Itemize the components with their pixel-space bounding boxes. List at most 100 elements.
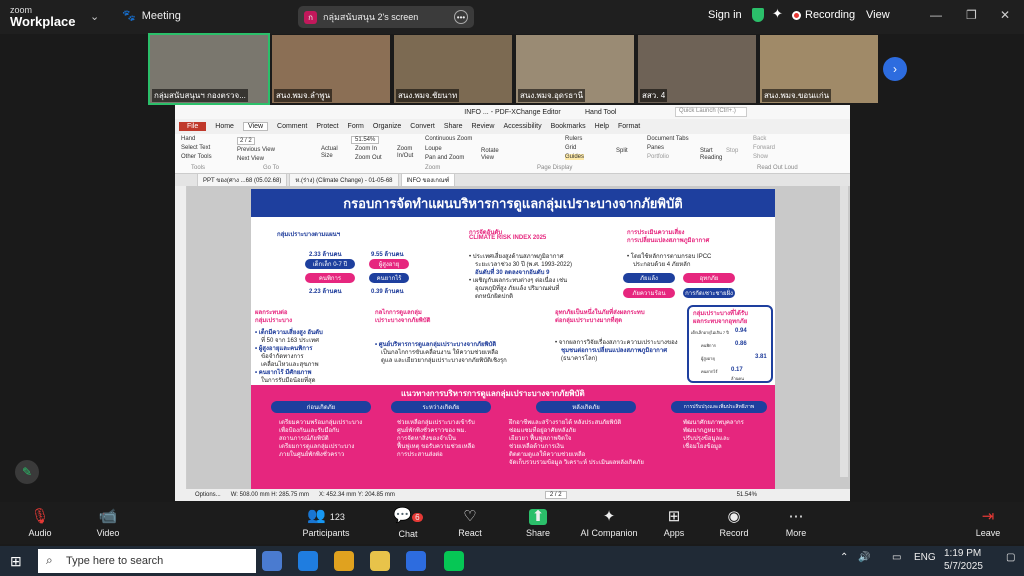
document-viewer[interactable]: กรอบการจัดทำแผนบริหารการดูแลกลุ่มเปราะบา…: [175, 186, 850, 489]
portfolio-button[interactable]: Portfolio: [647, 154, 669, 160]
menu-file[interactable]: File: [179, 122, 207, 131]
share-button[interactable]: ⬆ Share: [518, 502, 558, 544]
menu-review[interactable]: Review: [472, 123, 495, 130]
previous-view-button[interactable]: Previous View: [237, 147, 275, 153]
audio-button[interactable]: 🎙 Audio: [20, 502, 60, 544]
zoom-in-button[interactable]: Zoom In: [355, 146, 377, 152]
participant-tile[interactable]: สนง.พมจ.อุดรธานี: [516, 35, 634, 103]
chat-button[interactable]: 💬 6 Chat: [390, 502, 426, 544]
language-indicator[interactable]: ENG: [914, 552, 936, 563]
continuous-zoom-button[interactable]: Continuous Zoom: [425, 136, 472, 142]
more-options-icon[interactable]: •••: [454, 10, 468, 24]
doc-tab[interactable]: ห.(ร่าง) (Climate Change) - 01-05-68: [289, 173, 399, 186]
vertical-scrollbar[interactable]: [840, 186, 848, 477]
zoom-out-button[interactable]: Zoom Out: [355, 155, 382, 161]
back-button[interactable]: Back: [753, 136, 766, 142]
doc-tab[interactable]: PPT ของ(ศาง ...68 (05.02.68): [197, 173, 288, 186]
menu-convert[interactable]: Convert: [410, 123, 435, 130]
rulers-toggle[interactable]: Rulers: [565, 136, 582, 142]
menu-share[interactable]: Share: [444, 123, 463, 130]
zoom-select[interactable]: 51.54%: [351, 136, 380, 144]
zoom-inout-button[interactable]: Zoom In/Out: [397, 146, 419, 160]
document-tabs-button[interactable]: Document Tabs: [647, 136, 689, 142]
show-button[interactable]: Show: [753, 154, 768, 160]
quick-launch-search[interactable]: Quick Launch (Ctrl+.): [675, 107, 747, 117]
actual-size-button[interactable]: Actual Size: [321, 146, 343, 160]
edge-icon[interactable]: [298, 551, 318, 571]
react-button[interactable]: ♡ React: [452, 502, 488, 544]
select-text-button[interactable]: Select Text: [181, 145, 210, 151]
clock-date[interactable]: 5/7/2025: [944, 561, 983, 572]
leave-button[interactable]: ⇥ Leave: [972, 502, 1004, 544]
group-label-zoom: Zoom: [425, 165, 441, 171]
more-button[interactable]: ⋯ More: [780, 502, 812, 544]
meeting-menu[interactable]: 🐾 Meeting: [122, 9, 181, 23]
windows-start-icon[interactable]: ⊞: [10, 553, 22, 570]
menu-comment[interactable]: Comment: [277, 123, 307, 130]
next-page-arrow-icon[interactable]: ›: [883, 57, 907, 81]
other-tools-button[interactable]: Other Tools: [181, 154, 212, 160]
participant-tile[interactable]: กลุ่มสนับสนุนฯ กองตรวจ...: [148, 33, 270, 105]
participants-button[interactable]: 👥 123 Participants: [296, 502, 356, 544]
rotate-view-button[interactable]: Rotate View: [481, 148, 503, 162]
participant-tile[interactable]: สนง.พมจ.ชัยนาท: [394, 35, 512, 103]
record-icon: ◉: [727, 507, 741, 525]
chevron-down-icon[interactable]: ⌄: [90, 10, 99, 23]
notification-icon[interactable]: ▭: [892, 552, 901, 563]
recording-indicator[interactable]: Recording: [792, 9, 855, 21]
volume-icon[interactable]: 🔊: [858, 552, 870, 563]
tray-chevron-icon[interactable]: ⌃: [840, 552, 848, 563]
participant-tile[interactable]: สนง.พมจ.ขอนแก่น: [760, 35, 878, 103]
screen-share-banner[interactable]: ก กลุ่มสนับสนุน 2's screen •••: [298, 6, 474, 28]
status-zoom-field[interactable]: 51.54%: [737, 492, 757, 498]
during-item: ศูนย์พักพิงชั่วคราวของ พม.: [397, 428, 467, 434]
menu-format[interactable]: Format: [618, 123, 640, 130]
paw-icon: 🐾: [122, 10, 136, 22]
start-reading-button[interactable]: Start Reading: [700, 148, 722, 162]
taskbar-search[interactable]: ⌕ Type here to search: [38, 549, 256, 573]
sign-in-link[interactable]: Sign in: [708, 9, 742, 21]
menu-accessibility[interactable]: Accessibility: [503, 123, 541, 130]
menu-organize[interactable]: Organize: [373, 123, 401, 130]
line-app-icon[interactable]: [444, 551, 464, 571]
file-explorer-icon[interactable]: [370, 551, 390, 571]
loupe-button[interactable]: Loupe: [425, 146, 442, 152]
chrome-icon[interactable]: [334, 551, 354, 571]
participant-tile[interactable]: สนง.พมจ.ลำพูน: [272, 35, 390, 103]
menu-protect[interactable]: Protect: [316, 123, 338, 130]
ai-companion-button[interactable]: ✦ AI Companion: [576, 502, 642, 544]
stop-reading-button[interactable]: Stop: [726, 148, 738, 154]
hand-tool-button[interactable]: Hand: [181, 136, 195, 142]
menu-home[interactable]: Home: [215, 123, 234, 130]
security-shield-icon[interactable]: [752, 8, 764, 22]
record-button[interactable]: ◉ Record: [716, 502, 752, 544]
annotate-pencil-icon[interactable]: ✎: [15, 460, 39, 484]
view-menu[interactable]: View: [866, 9, 890, 21]
zoom-app-icon[interactable]: [406, 551, 426, 571]
taskview-icon[interactable]: [262, 551, 282, 571]
page-number-field[interactable]: 2 / 2: [237, 137, 255, 145]
ai-companion-icon[interactable]: ✦: [772, 6, 783, 22]
pan-zoom-button[interactable]: Pan and Zoom: [425, 155, 464, 161]
forward-button[interactable]: Forward: [753, 145, 775, 151]
menu-help[interactable]: Help: [595, 123, 609, 130]
guides-toggle[interactable]: Guides: [565, 154, 585, 160]
participant-tile[interactable]: สสว. 4: [638, 35, 756, 103]
clock-time[interactable]: 1:19 PM: [944, 548, 981, 559]
panes-button[interactable]: Panes: [647, 145, 664, 151]
menu-view[interactable]: View: [242, 122, 269, 131]
restore-icon[interactable]: ❐: [966, 8, 977, 22]
apps-button[interactable]: ⊞ Apps: [660, 502, 688, 544]
status-page-field[interactable]: 2 / 2: [544, 491, 567, 499]
menu-form[interactable]: Form: [348, 123, 364, 130]
minimize-icon[interactable]: —: [930, 8, 942, 22]
next-view-button[interactable]: Next View: [237, 156, 264, 162]
split-button[interactable]: Split: [616, 148, 628, 154]
grid-toggle[interactable]: Grid: [565, 145, 576, 151]
options-button[interactable]: Options...: [195, 492, 221, 498]
doc-tab-active[interactable]: INFO ของเกณฑ์: [400, 173, 456, 186]
menu-bookmarks[interactable]: Bookmarks: [551, 123, 586, 130]
video-button[interactable]: 📹 Video: [88, 502, 128, 544]
notification-center-icon[interactable]: ▢: [1006, 552, 1015, 563]
close-icon[interactable]: ✕: [1000, 8, 1010, 22]
